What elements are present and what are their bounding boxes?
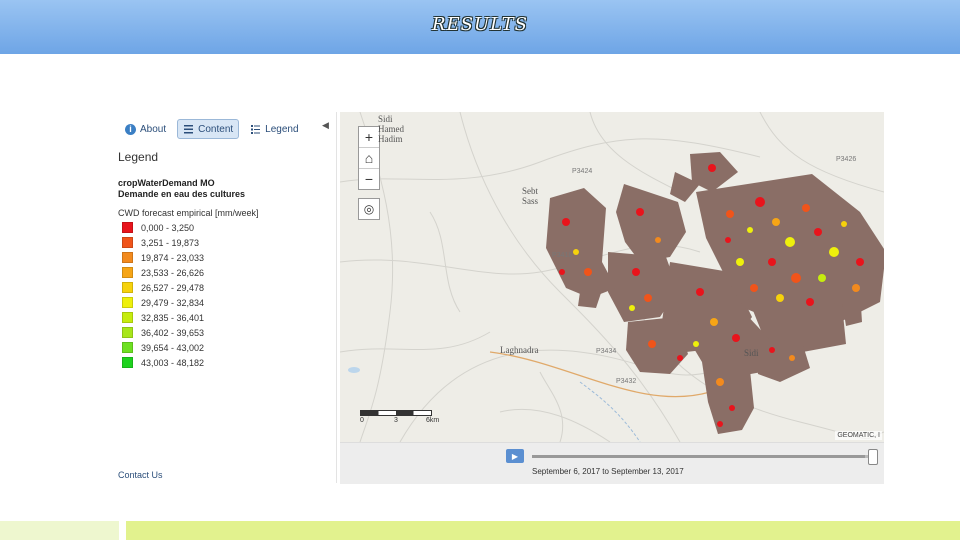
place-label-sidi: Sidi — [744, 348, 759, 358]
legend-item: 43,003 - 48,182 — [122, 355, 204, 370]
scale-bar — [360, 410, 432, 416]
time-period-label: September 6, 2017 to September 13, 2017 — [532, 467, 684, 476]
map-canvas — [340, 112, 884, 442]
water-body — [348, 367, 360, 373]
slide-title-bar: RESULTS — [0, 0, 960, 54]
road-label: P3426 — [836, 156, 857, 163]
scale-label: 0 — [360, 417, 364, 424]
legend-item-label: 0,000 - 3,250 — [141, 222, 195, 233]
legend-swatch — [122, 327, 133, 338]
time-slider-fill — [532, 455, 866, 458]
content-list-icon — [183, 124, 194, 135]
zoom-out-button[interactable]: − — [359, 169, 379, 189]
footer-band-right — [126, 521, 960, 540]
legend-title: Legend — [118, 150, 159, 164]
legend-item-label: 19,874 - 23,033 — [141, 252, 205, 263]
legend-item-label: 32,835 - 36,401 — [141, 312, 205, 323]
sidebar-tabs: i About Content Legend — [120, 118, 304, 140]
legend-item-label: 39,654 - 43,002 — [141, 342, 205, 353]
legend-item-label: 26,527 - 29,478 — [141, 282, 205, 293]
legend-item: 39,654 - 43,002 — [122, 340, 204, 355]
time-slider-panel: ▶ September 6, 2017 to September 13, 201… — [340, 442, 884, 484]
tab-legend-label: Legend — [265, 123, 299, 135]
road-label: P3432 — [616, 378, 637, 385]
legend-item: 23,533 - 26,626 — [122, 265, 204, 280]
map-attribution: GEOMATIC, I — [835, 431, 882, 440]
legend-swatch — [122, 252, 133, 263]
home-button[interactable]: ⌂ — [359, 148, 379, 169]
place-label-laghnadra: Laghnadra — [500, 345, 539, 355]
legend-item: 32,835 - 36,401 — [122, 310, 204, 325]
road-label: P3418 — [552, 252, 573, 259]
zoom-controls: + ⌂ − — [358, 126, 380, 190]
collapse-arrow-icon[interactable]: ◀ — [322, 120, 329, 131]
tab-legend[interactable]: Legend — [245, 119, 303, 139]
legend-item: 29,479 - 32,834 — [122, 295, 204, 310]
legend-item-label: 43,003 - 48,182 — [141, 357, 205, 368]
legend-item: 0,000 - 3,250 — [122, 220, 204, 235]
legend-item: 3,251 - 19,873 — [122, 235, 204, 250]
tab-content-label: Content — [198, 123, 234, 135]
legend-item: 26,527 - 29,478 — [122, 280, 204, 295]
slide-title: RESULTS — [431, 14, 528, 35]
contact-us-link[interactable]: Contact Us — [118, 470, 163, 480]
place-label-sidi-hamed: Sidi Hamed Hadim — [378, 114, 404, 144]
tab-content[interactable]: Content — [177, 119, 240, 139]
time-slider-track[interactable] — [532, 455, 872, 458]
legend-swatch — [122, 222, 133, 233]
legend-item: 19,874 - 23,033 — [122, 250, 204, 265]
scale-label: 6km — [426, 417, 440, 424]
play-icon[interactable]: ▶ — [506, 449, 524, 463]
legend-swatch — [122, 237, 133, 248]
legend-swatch — [122, 357, 133, 368]
legend-swatch — [122, 297, 133, 308]
legend-swatch — [122, 282, 133, 293]
road-label: P3434 — [596, 348, 617, 355]
sidebar-panel: i About Content Legend ◀ Legend cropWate… — [116, 112, 337, 483]
scale-label: 3 — [394, 417, 398, 424]
web-map-app: i About Content Legend ◀ Legend cropWate… — [116, 112, 884, 484]
layer-field-label: CWD forecast empirical [mm/week] — [118, 208, 259, 218]
legend-item-label: 36,402 - 39,653 — [141, 327, 205, 338]
tab-about[interactable]: i About — [120, 119, 171, 139]
info-icon: i — [125, 123, 136, 135]
legend-item: 36,402 - 39,653 — [122, 325, 204, 340]
locate-button[interactable]: ◎ — [358, 198, 380, 220]
legend-item-label: 3,251 - 19,873 — [141, 237, 200, 248]
road-label: P3424 — [572, 168, 593, 175]
zoom-in-button[interactable]: + — [359, 127, 379, 148]
legend-items-list: 0,000 - 3,250 3,251 - 19,873 19,874 - 23,0… — [122, 220, 204, 370]
map-view[interactable]: + ⌂ − ◎ Sidi Hamed Hadim Sebt Sass Laghn… — [340, 112, 884, 442]
legend-swatch — [122, 342, 133, 353]
layer-name-french: Demande en eau des cultures — [118, 189, 246, 199]
place-label-sebt-sass: Sebt Sass — [522, 186, 539, 206]
footer-band-left — [0, 521, 119, 540]
time-slider-thumb[interactable] — [868, 449, 878, 465]
layer-name: cropWaterDemand MO Demande en eau des cu… — [118, 178, 308, 200]
tab-about-label: About — [140, 123, 167, 135]
legend-item-label: 29,479 - 32,834 — [141, 297, 205, 308]
legend-swatch — [122, 312, 133, 323]
layer-name-code: cropWaterDemand MO — [118, 178, 215, 188]
legend-list-icon — [250, 124, 261, 135]
irrigated-zone — [546, 152, 884, 434]
legend-swatch — [122, 267, 133, 278]
legend-item-label: 23,533 - 26,626 — [141, 267, 205, 278]
